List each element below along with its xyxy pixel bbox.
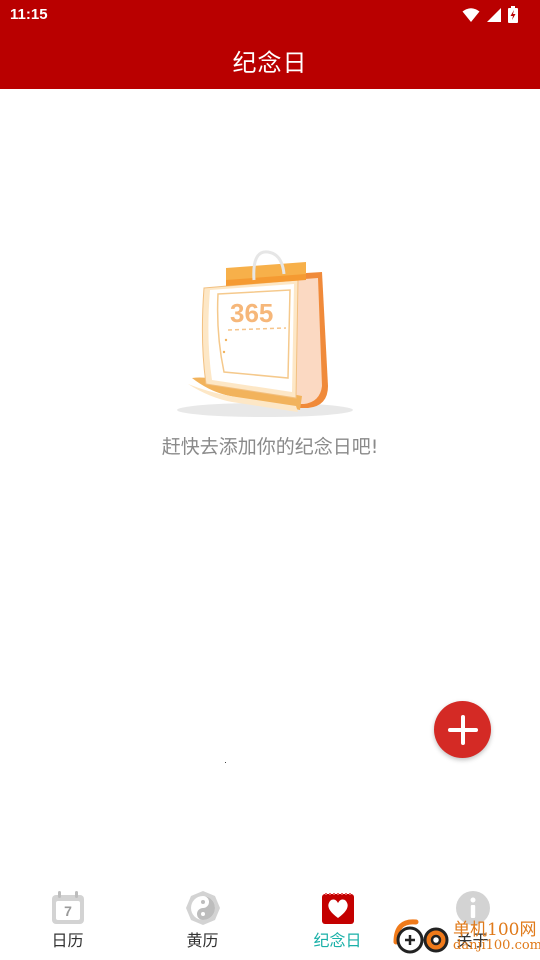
battery-charging-icon <box>508 6 518 23</box>
page-title: 纪念日 <box>232 49 308 77</box>
status-bar: 11:15 <box>0 0 540 32</box>
watermark: 单机100网 danji100.com <box>390 912 540 960</box>
nav-label-calendar: 日历 <box>51 931 84 950</box>
add-anniversary-button[interactable] <box>434 701 491 758</box>
artifact-dot <box>225 762 226 763</box>
heart-calendar-icon <box>321 893 354 924</box>
calendar-number: 365 <box>230 298 273 328</box>
watermark-logo-icon <box>393 919 449 954</box>
status-time: 11:15 <box>10 6 48 23</box>
watermark-text: 单机100网 <box>453 920 537 940</box>
yin-yang-icon <box>185 891 220 925</box>
plus-icon <box>447 714 478 745</box>
nav-item-calendar[interactable]: 7 日历 <box>0 880 135 960</box>
watermark-domain: danji100.com <box>453 938 540 953</box>
signal-icon <box>487 7 501 22</box>
nav-label-anniversary: 纪念日 <box>313 931 362 950</box>
empty-calendar-illustration: 365 <box>177 250 353 417</box>
nav-item-anniversary[interactable]: 纪念日 <box>270 880 405 960</box>
calendar-day: 7 <box>64 903 72 919</box>
screen: 11:15 纪念日 365 赶快去添加你的纪念日吧! 7 日历 黄历 纪念日 关… <box>0 0 540 960</box>
status-icons <box>462 6 518 23</box>
nav-item-almanac[interactable]: 黄历 <box>135 880 270 960</box>
empty-state-message: 赶快去添加你的纪念日吧! <box>161 436 379 458</box>
wifi-icon <box>462 7 480 22</box>
nav-label-almanac: 黄历 <box>186 931 219 950</box>
calendar-icon: 7 <box>51 891 84 924</box>
app-bar: 纪念日 <box>0 32 540 89</box>
